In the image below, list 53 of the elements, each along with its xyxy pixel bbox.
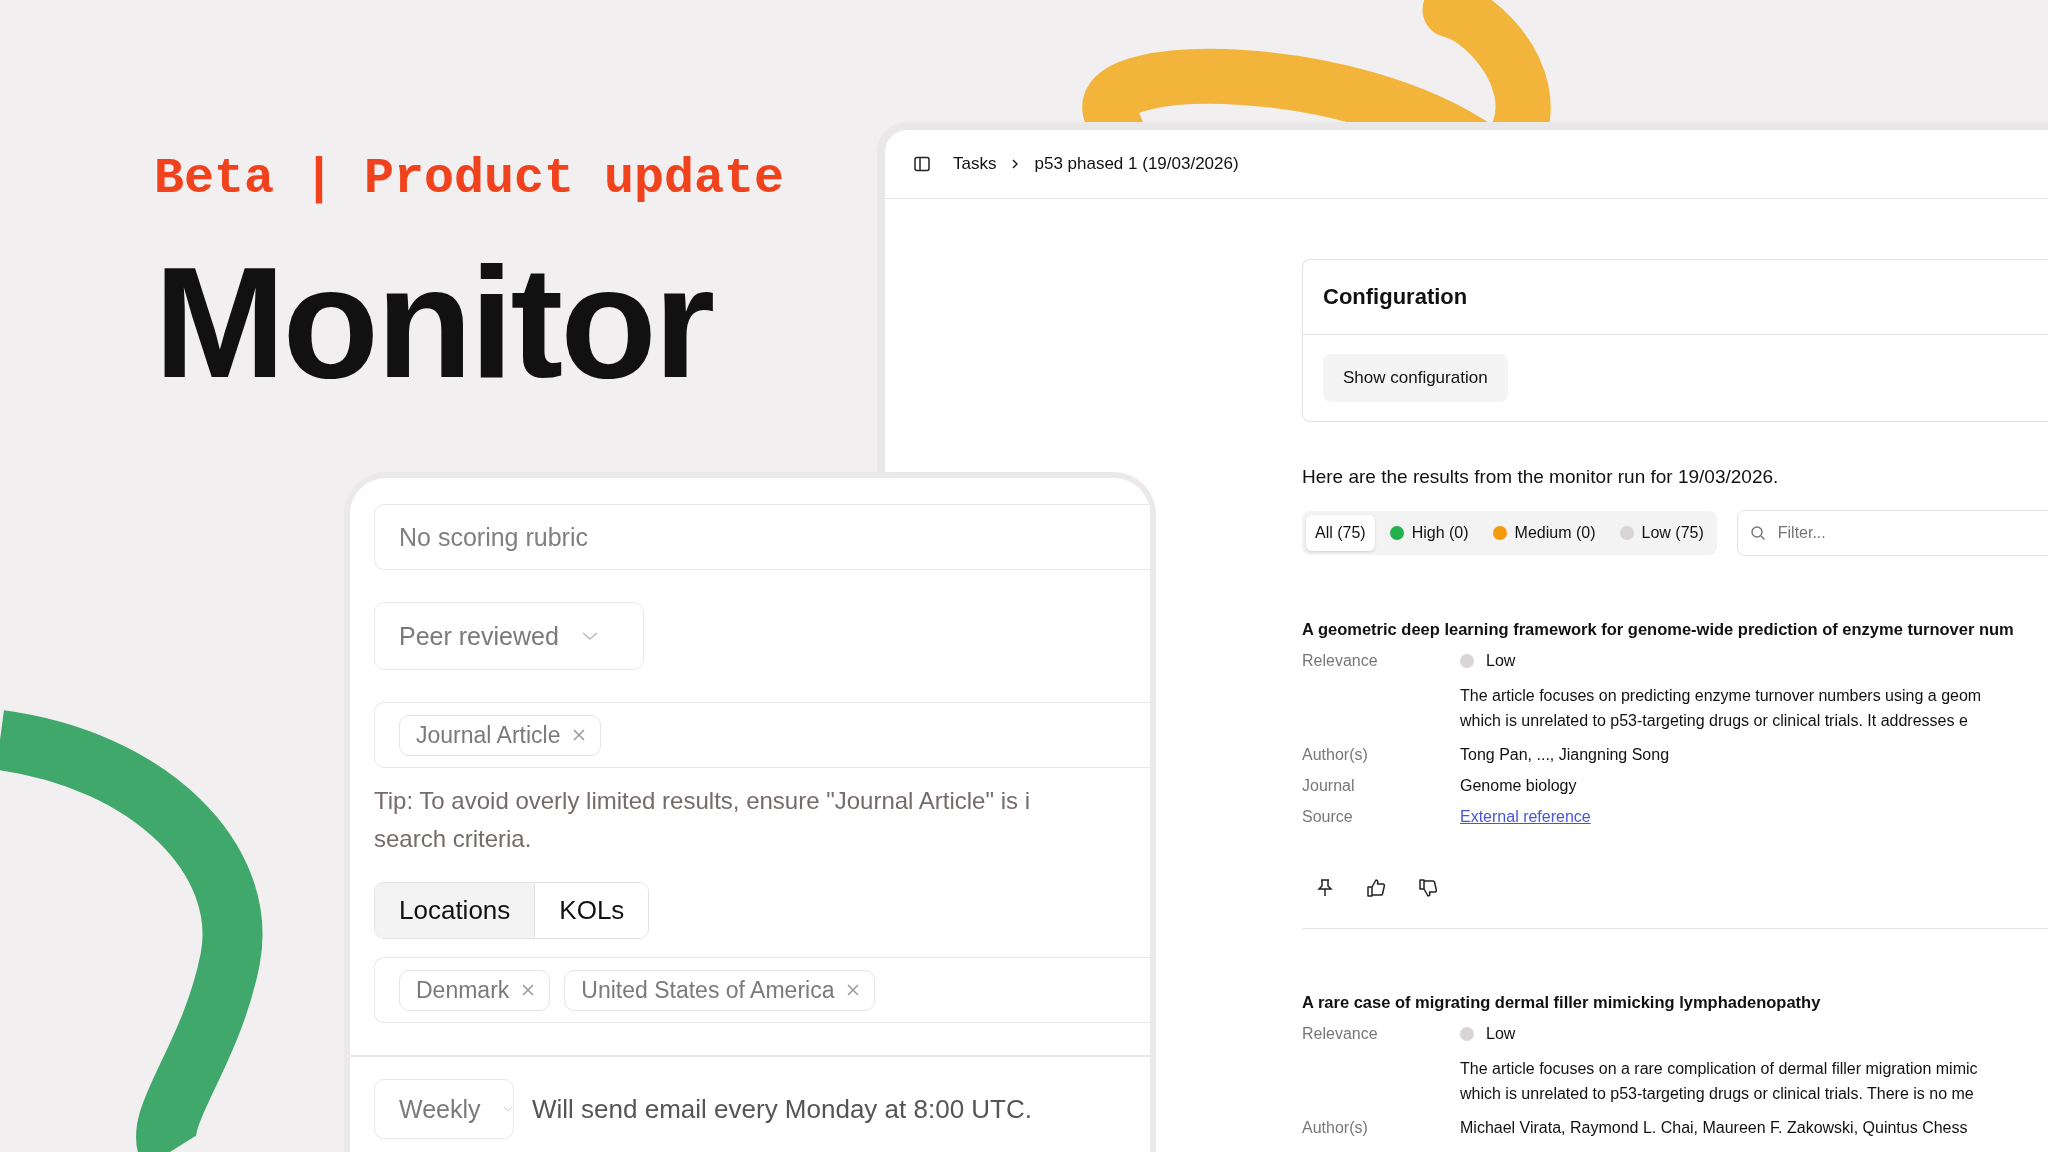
tag-label: United States of America (581, 976, 835, 1004)
field-label: Journal (1302, 777, 1356, 795)
tag-label: Journal Article (416, 721, 561, 749)
relevance-value: Low (1486, 1025, 1516, 1043)
field-value: Michael Virata, Raymond L. Chai, Maureen F. Zakowski, Quintus Chess (1460, 1119, 1968, 1137)
tip-text-line: search criteria. (374, 824, 533, 854)
relevance-filter-tab[interactable]: High (0) (1380, 515, 1478, 551)
relevance-filter-tab[interactable]: Low (75) (1610, 515, 1713, 551)
relevance-filter-tab[interactable]: Medium (0) (1483, 515, 1605, 551)
field-label: Author(s) (1302, 1119, 1369, 1137)
show-configuration-button[interactable]: Show configuration (1323, 354, 1508, 402)
filter-tab[interactable]: Locations (375, 883, 536, 938)
breadcrumb-item: p53 phased 1 (19/03/2026) (1034, 154, 1239, 174)
configuration-title: Configuration (1323, 284, 1468, 310)
article-title[interactable]: A rare case of migrating dermal filler mimicking lymphadenopathy (1302, 993, 2048, 1012)
results-summary: Here are the results from the monitor run for 19/03/2026. (1302, 466, 1780, 488)
close-icon[interactable] (846, 983, 861, 997)
chevron-down-icon (580, 631, 599, 641)
schedule-note: Will send email every Monday at 8:00 UTC. (532, 1093, 1032, 1125)
field-label: Author(s) (1302, 746, 1369, 764)
location-tag-field[interactable]: Denmark United States of America (374, 957, 1150, 1023)
field-label: Relevance (1302, 652, 1379, 670)
field-label: Relevance (1302, 1025, 1379, 1043)
external-reference-link[interactable]: External reference (1460, 808, 1591, 826)
article-title[interactable]: A geometric deep learning framework for genome-wide prediction of enzyme turnover num (1302, 620, 2048, 639)
relevance-value: Low (1486, 652, 1516, 670)
article-summary-line: which is unrelated to p53-targeting drugs or clinical trials. It addresses e (1460, 711, 1969, 731)
chevron-down-icon (502, 1104, 513, 1114)
tag-label: Denmark (416, 976, 510, 1004)
headline-kicker: Beta | Product update (154, 150, 785, 207)
scoring-rubric-field[interactable]: No scoring rubric (374, 504, 1150, 570)
review-select[interactable]: Peer reviewed (374, 602, 644, 670)
filter-field[interactable]: Filter... (1736, 510, 2048, 556)
field-label: Source (1302, 808, 1354, 826)
frequency-select[interactable]: Weekly (374, 1079, 514, 1139)
relevance-filter-tab[interactable]: All (75) (1306, 515, 1375, 551)
thumbs-up-icon[interactable] (1366, 878, 1386, 898)
chevron-right-icon (1010, 158, 1021, 170)
field-value: Genome biology (1460, 777, 1577, 795)
type-tag-field[interactable]: Journal Article (374, 702, 1150, 768)
field-value: Tong Pan, ..., Jiangning Song (1460, 746, 1670, 764)
article-summary-line: The article focuses on predicting enzyme turnover numbers using a geom (1460, 686, 1982, 706)
headline-title: Monitor (154, 243, 714, 401)
thumbs-down-icon[interactable] (1418, 878, 1438, 898)
search-icon (1749, 525, 1766, 541)
tip-text-line: Tip: To avoid overly limited results, ensure "Journal Article" is i (374, 786, 1031, 816)
sidebar-toggle-icon[interactable] (913, 155, 931, 173)
pin-icon[interactable] (1316, 878, 1334, 898)
close-icon[interactable] (521, 983, 536, 997)
article-summary-line: which is unrelated to p53-targeting drugs or clinical trials. There is no me (1460, 1084, 1975, 1104)
breadcrumb-item[interactable]: Tasks (953, 154, 997, 174)
article-summary-line: The article focuses on a rare complication of dermal filler migration mimic (1460, 1059, 1978, 1079)
close-icon[interactable] (572, 728, 587, 742)
